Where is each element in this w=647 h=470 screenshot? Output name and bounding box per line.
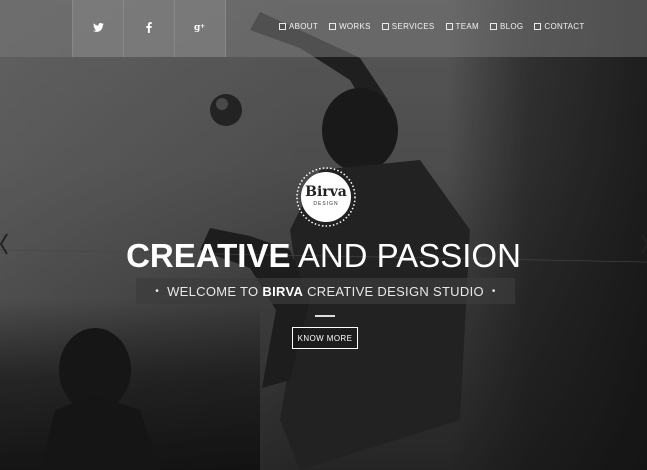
twitter-icon — [92, 22, 104, 35]
bullet: • — [155, 285, 160, 297]
headline-light: AND PASSION — [297, 237, 521, 274]
nav-item-label: CONTACT — [544, 21, 585, 31]
logo-name: Birva — [305, 184, 347, 200]
tagline-brand: BIRVA — [262, 283, 304, 299]
facebook-button[interactable] — [124, 0, 175, 57]
square-icon — [534, 22, 542, 30]
nav-item-label: ABOUT — [289, 21, 319, 31]
nav-item-contact[interactable]: CONTACT — [534, 22, 584, 31]
tagline-suffix: CREATIVE DESIGN STUDIO — [307, 283, 484, 299]
nav-item-team[interactable]: TEAM — [445, 21, 479, 31]
nav-item-works[interactable]: WORKS — [329, 22, 371, 31]
brand-logo: Birva DESIGN — [295, 166, 357, 228]
facebook-icon — [146, 21, 152, 36]
nav-item-label: TEAM — [455, 21, 479, 31]
hero-overlay — [0, 0, 647, 470]
square-icon — [279, 22, 286, 30]
nav-item-services[interactable]: SERVICES — [381, 21, 435, 31]
square-icon — [445, 22, 453, 30]
top-bar: g + ABOUT WORKS SERVICES TEAM BLOG CONTAC… — [0, 0, 647, 57]
nav-item-blog[interactable]: BLOG — [489, 21, 524, 31]
headline-bold: CREATIVE — [126, 237, 291, 274]
square-icon — [489, 22, 497, 30]
google-plus-icon: g + — [194, 22, 206, 35]
social-links: g + — [72, 0, 226, 57]
tagline-prefix: WELCOME TO — [167, 283, 259, 299]
logo-subtitle: DESIGN — [313, 201, 339, 207]
hero-tagline: • WELCOME TO BIRVA CREATIVE DESIGN STUDI… — [136, 278, 515, 304]
nav-item-about[interactable]: ABOUT — [279, 22, 318, 31]
twitter-button[interactable] — [72, 0, 124, 57]
hero-headline: CREATIVE AND PASSION — [0, 236, 647, 276]
nav-item-label: SERVICES — [391, 21, 435, 31]
nav-item-label: BLOG — [499, 21, 524, 31]
svg-text:+: + — [200, 23, 205, 30]
google-plus-button[interactable]: g + — [175, 0, 226, 57]
logo-badge: Birva DESIGN — [301, 172, 351, 222]
square-icon — [381, 22, 389, 30]
know-more-button[interactable]: KNOW MORE — [292, 327, 358, 349]
square-icon — [329, 22, 337, 30]
hero-divider — [315, 315, 335, 317]
bullet: • — [491, 285, 496, 297]
main-nav: ABOUT WORKS SERVICES TEAM BLOG CONTACT — [279, 19, 596, 33]
nav-item-label: WORKS — [339, 21, 371, 31]
